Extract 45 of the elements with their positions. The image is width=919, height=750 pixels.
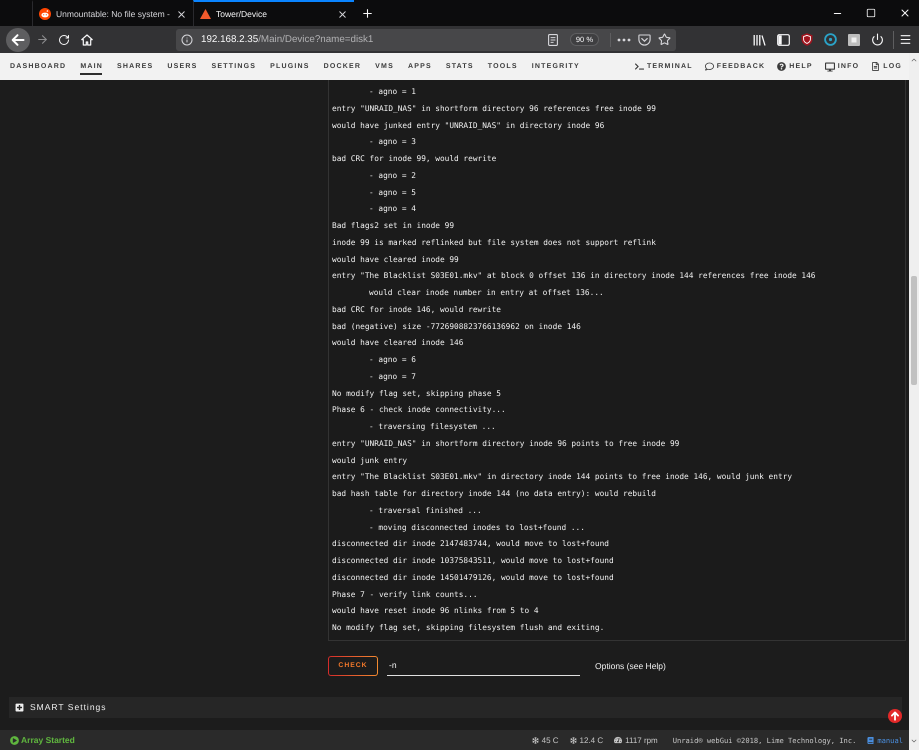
gauge-icon [614,736,622,744]
books-icon[interactable] [753,34,766,46]
forward-icon[interactable] [36,33,49,46]
maximize-icon[interactable] [866,8,876,18]
chevron-down-icon[interactable] [910,737,918,745]
home-icon[interactable] [81,34,93,46]
new-tab-icon[interactable] [361,6,374,20]
close-icon[interactable] [337,8,348,20]
speech-bubble-icon [704,62,714,71]
sensor-reading: 1117 rpm [625,736,658,744]
url-text: 192.168.2.35/Main/Device?name=disk1 [201,34,374,45]
scrollbar-track[interactable] [909,53,919,750]
shield-icon[interactable] [801,33,813,46]
star-icon[interactable] [658,33,671,46]
alien-icon [39,8,51,20]
square-icon[interactable] [848,34,860,46]
close-icon[interactable] [176,8,187,20]
chevron-up-icon[interactable] [910,56,918,64]
more-icon[interactable] [617,38,631,42]
menu-icon[interactable] [899,33,912,46]
chevron-shield-icon[interactable] [638,34,651,46]
info-icon[interactable] [181,34,193,46]
monitor-icon [824,62,835,72]
sensor-reading: 12.4 C [580,736,604,744]
book-icon [867,736,874,744]
array-status: Array Started [21,735,75,745]
snowflake-icon [532,736,539,744]
close-icon[interactable] [899,7,911,19]
scroll-top-icon[interactable] [888,709,902,723]
document-icon [871,62,880,71]
options-field[interactable]: -n [387,656,580,676]
sidebar-icon[interactable] [777,34,790,46]
sensor-reading: 45 C [542,736,559,744]
reload-icon[interactable] [58,34,70,46]
smart-settings-header[interactable]: SMART Settings [9,696,902,718]
triangle-icon [200,9,211,19]
help-icon [777,62,786,71]
terminal-icon [634,62,644,71]
reader-view-icon[interactable] [548,34,558,46]
scrollbar-thumb[interactable] [911,276,917,385]
power-icon[interactable] [871,33,884,46]
snowflake-icon [570,736,577,744]
ring-icon[interactable] [824,33,837,46]
back-icon[interactable] [6,28,30,52]
options-hint: Options (see Help) [595,660,666,671]
